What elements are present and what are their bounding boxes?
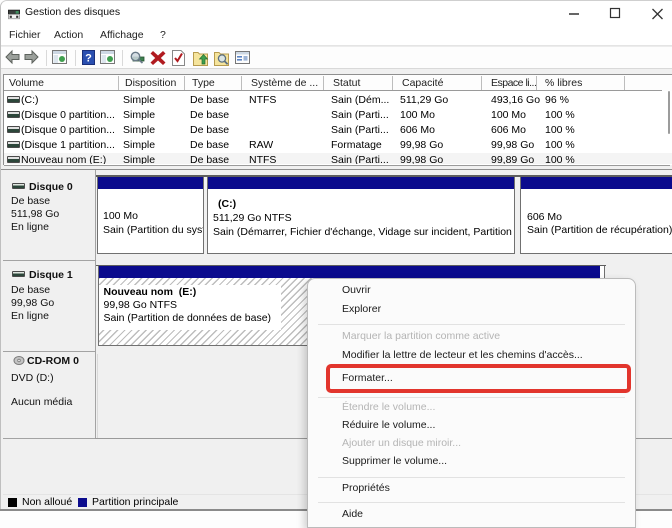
svg-text:?: ? <box>85 53 92 65</box>
